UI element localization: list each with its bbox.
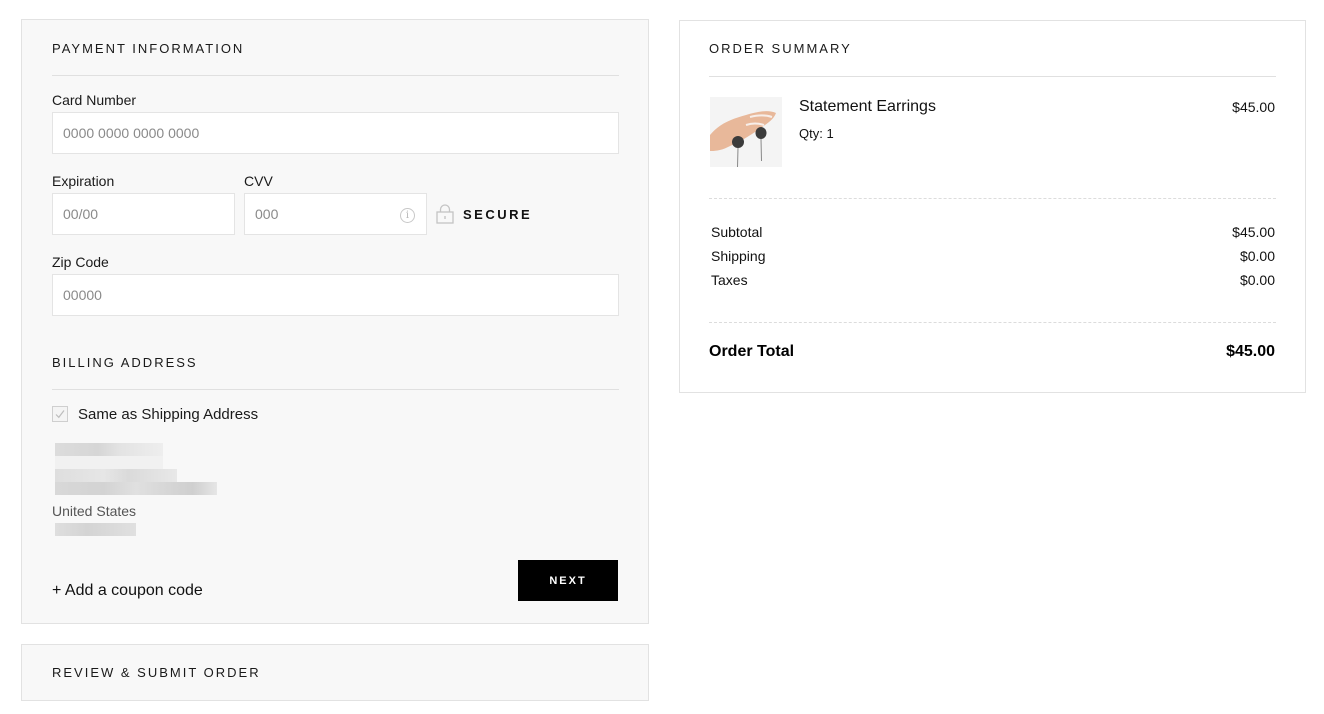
add-coupon-link[interactable]: + Add a coupon code <box>52 582 203 600</box>
order-summary-panel: Order Summary Statement Earrings Qty: 1 … <box>679 20 1306 393</box>
product-name: Statement Earrings <box>799 98 936 115</box>
earrings-product-photo <box>710 97 782 167</box>
zip-code-input[interactable] <box>52 274 619 316</box>
shipping-label: Shipping <box>711 248 766 264</box>
section-divider <box>52 389 619 390</box>
payment-information-panel: Payment Information Card Number Expirati… <box>21 19 649 624</box>
subtotal-label: Subtotal <box>711 224 763 240</box>
checkmark-icon <box>55 410 65 419</box>
next-button[interactable]: NEXT <box>518 560 618 601</box>
order-total-value: $45.00 <box>1226 343 1275 360</box>
product-quantity: Qty: 1 <box>799 126 834 141</box>
product-image <box>710 97 782 167</box>
shipping-row: Shipping $0.00 <box>711 248 1275 268</box>
same-as-shipping-label: Same as Shipping Address <box>78 406 259 423</box>
taxes-row: Taxes $0.00 <box>711 272 1275 292</box>
card-number-input[interactable] <box>52 112 619 154</box>
cvv-label: CVV <box>244 173 273 189</box>
same-as-shipping-checkbox[interactable] <box>52 406 68 422</box>
expiration-label: Expiration <box>52 173 115 189</box>
subtotal-value: $45.00 <box>1232 224 1275 240</box>
section-divider <box>709 76 1276 77</box>
order-summary-title: Order Summary <box>709 41 852 56</box>
billing-address-title: Billing Address <box>52 355 198 370</box>
lock-icon <box>436 204 454 224</box>
product-price: $45.00 <box>1232 99 1275 115</box>
billing-country: United States <box>52 503 137 519</box>
secure-label: SECURE <box>463 207 533 222</box>
shipping-value: $0.00 <box>1239 248 1275 264</box>
subtotal-row: Subtotal $45.00 <box>711 224 1275 244</box>
dashed-divider <box>709 322 1276 323</box>
order-total-label: Order Total <box>709 343 795 360</box>
taxes-value: $0.00 <box>1239 272 1275 288</box>
zip-code-label: Zip Code <box>52 254 109 270</box>
review-submit-panel[interactable]: Review & Submit Order <box>21 644 649 701</box>
info-icon[interactable]: i <box>400 208 415 223</box>
dashed-divider <box>709 198 1276 199</box>
redacted-phone <box>55 523 137 537</box>
section-divider <box>52 75 619 76</box>
card-number-label: Card Number <box>52 92 137 108</box>
expiration-input[interactable] <box>52 193 235 235</box>
payment-information-title: Payment Information <box>52 41 245 56</box>
redacted-address <box>55 443 225 499</box>
review-submit-title: Review & Submit Order <box>52 665 261 680</box>
taxes-label: Taxes <box>711 272 748 288</box>
